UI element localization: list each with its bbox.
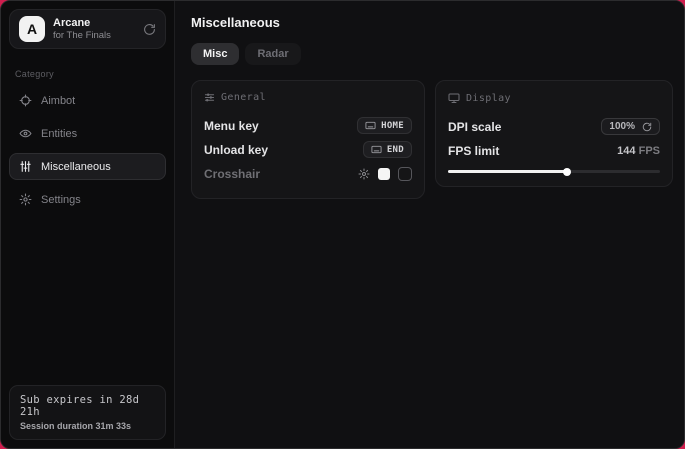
fps-limit-slider[interactable] [448,170,660,173]
fps-limit-row: FPS limit 144 FPS [448,139,660,162]
dpi-scale-row: DPI scale 100% [448,115,660,138]
display-card-header: Display [448,92,660,104]
unload-key-value: END [387,145,404,155]
main-panel: Miscellaneous Misc Radar General [175,1,685,448]
page-title: Miscellaneous [191,15,673,30]
entities-icon [18,127,32,140]
sliders-horizontal-icon [204,92,215,103]
fps-slider-fill [448,170,567,173]
category-label: Category [1,57,174,87]
sidebar-spacer [1,213,174,377]
fps-number: 144 [617,145,635,157]
keyboard-icon [371,144,382,155]
crosshair-icon [18,94,32,107]
sidebar-item-label: Aimbot [41,95,75,107]
unload-key-row: Unload key END [204,138,412,161]
dpi-scale-value: 100% [609,121,635,132]
crosshair-controls [358,167,412,181]
sidebar-item-aimbot[interactable]: Aimbot [9,87,166,114]
unload-key-label: Unload key [204,143,268,157]
fps-slider-thumb[interactable] [563,168,571,176]
crosshair-row: Crosshair [204,162,412,185]
display-card-title: Display [466,93,511,104]
menu-key-row: Menu key HOME [204,114,412,137]
sidebar-item-miscellaneous[interactable]: Miscellaneous [9,153,166,180]
reset-icon[interactable] [642,122,652,132]
dpi-scale-label: DPI scale [448,120,501,134]
brand-subtitle: for The Finals [53,30,111,41]
sidebar-nav: Aimbot Entities Miscella [1,87,174,213]
session-duration-text: Session duration 31m 33s [20,421,155,431]
cards-row: General Menu key HOME [191,80,673,199]
keyboard-icon [365,120,376,131]
brand-text: Arcane for The Finals [53,17,111,41]
sidebar-item-label: Miscellaneous [41,161,111,173]
crosshair-checkbox[interactable] [398,167,412,181]
monitor-icon [448,92,460,104]
general-card: General Menu key HOME [191,80,425,199]
sidebar-item-label: Settings [41,194,81,206]
general-card-header: General [204,92,412,103]
dpi-scale-control[interactable]: 100% [601,118,660,135]
fps-limit-label: FPS limit [448,144,499,158]
crosshair-color-swatch[interactable] [378,168,390,180]
display-card: Display DPI scale 100% [435,80,673,187]
tab-misc[interactable]: Misc [191,43,239,65]
sliders-icon [18,160,32,173]
sidebar-item-settings[interactable]: Settings [9,186,166,213]
sidebar-item-label: Entities [41,128,77,140]
tab-radar[interactable]: Radar [245,43,300,65]
gear-icon [18,193,32,206]
fps-unit: FPS [639,145,660,157]
menu-key-bind-button[interactable]: HOME [357,117,412,134]
menu-key-label: Menu key [204,119,259,133]
crosshair-label: Crosshair [204,167,260,181]
general-card-title: General [221,92,266,103]
brand-logo: A [19,16,45,42]
brand-card: A Arcane for The Finals [9,9,166,49]
tab-bar: Misc Radar [191,43,673,65]
crosshair-settings-gear-icon[interactable] [358,168,370,180]
sync-icon[interactable] [143,23,156,36]
sidebar-item-entities[interactable]: Entities [9,120,166,147]
session-card: Sub expires in 28d 21h Session duration … [9,385,166,440]
app-window: A Arcane for The Finals Category [0,0,685,449]
sub-expires-text: Sub expires in 28d 21h [20,394,155,418]
fps-limit-value: 144 FPS [617,145,660,157]
unload-key-bind-button[interactable]: END [363,141,412,158]
menu-key-value: HOME [381,121,404,131]
sidebar: A Arcane for The Finals Category [1,1,175,448]
brand-name: Arcane [53,17,111,29]
